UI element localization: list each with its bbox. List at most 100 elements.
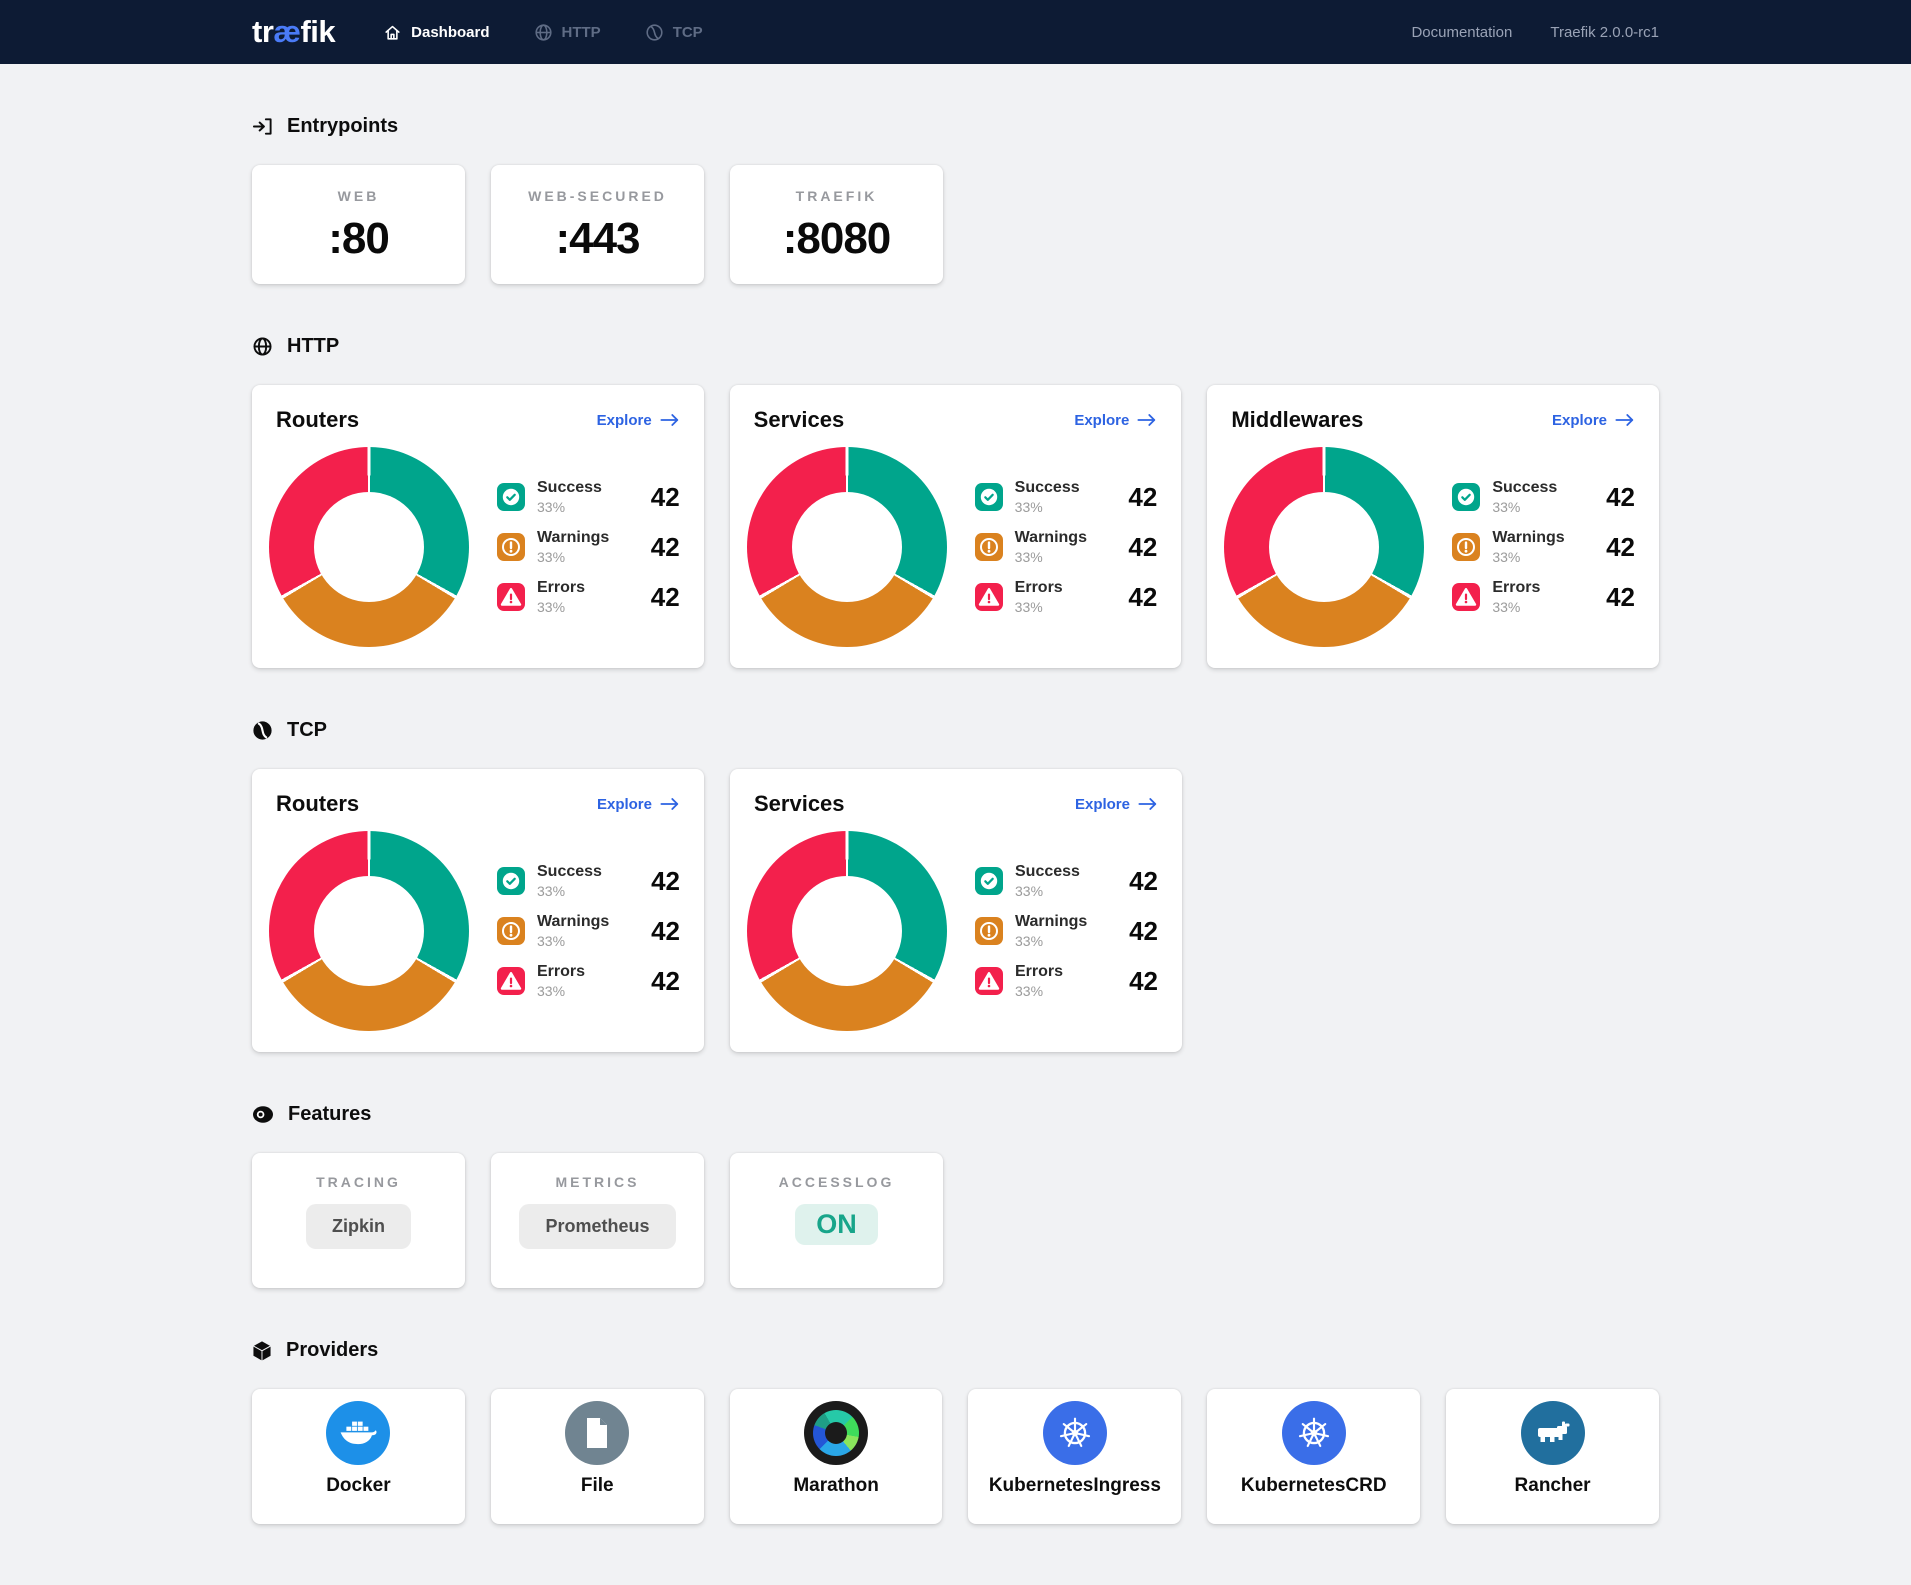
legend-row: Warnings 33% 42 (975, 911, 1158, 951)
entrypoint-card: WEB-SECURED :443 (491, 165, 704, 284)
warning-triangle-icon (978, 971, 1000, 991)
status-badge (975, 917, 1003, 945)
provider-name: Marathon (730, 1475, 943, 1497)
card-title: Services (754, 407, 845, 433)
feature-name: ACCESSLOG (730, 1174, 943, 1190)
donut-hole (792, 876, 902, 986)
section-title-providers: Providers (286, 1339, 378, 1362)
status-donut-chart (747, 831, 947, 1031)
legend-label: Warnings (537, 913, 609, 931)
provider-card: Marathon (730, 1389, 943, 1524)
section-http: HTTP Routers Explore Success 33% 42 (252, 335, 1659, 668)
status-badge (497, 917, 525, 945)
legend-label: Errors (1015, 963, 1063, 981)
legend-label: Success (1492, 479, 1557, 497)
donut-hole (1269, 492, 1379, 602)
provider-name: File (491, 1475, 704, 1497)
documentation-link[interactable]: Documentation (1411, 24, 1512, 41)
status-badge (497, 483, 525, 511)
status-badge (975, 583, 1003, 611)
navbar: træfik Dashboard HTTP TCP Documentation … (0, 0, 1911, 64)
legend-label: Errors (1492, 579, 1540, 597)
nav-item[interactable]: HTTP (534, 23, 601, 42)
explore-label: Explore (1075, 796, 1130, 813)
status-card: Services Explore Success 33% 42 Warnings (730, 769, 1182, 1052)
explore-link[interactable]: Explore (597, 796, 680, 813)
explore-link[interactable]: Explore (1552, 412, 1635, 429)
card-title: Routers (276, 791, 359, 817)
status-legend: Success 33% 42 Warnings 33% 42 Errors 33… (497, 477, 680, 617)
legend-count: 42 (1606, 532, 1635, 563)
status-donut-chart (269, 831, 469, 1031)
dashboard: Entrypoints WEB :80 WEB-SECURED :443 TRA… (252, 64, 1659, 1571)
exclamation-circle-icon (501, 921, 521, 941)
legend-percent: 33% (537, 933, 609, 949)
entrypoint-port: :443 (491, 214, 704, 264)
legend-count: 42 (651, 866, 680, 897)
legend-count: 42 (1606, 582, 1635, 613)
legend-percent: 33% (537, 499, 602, 515)
exclamation-circle-icon (1456, 537, 1476, 557)
explore-link[interactable]: Explore (1075, 796, 1158, 813)
check-circle-icon (501, 871, 521, 891)
legend-count: 42 (651, 916, 680, 947)
warning-triangle-icon (500, 587, 522, 607)
legend-row: Errors 33% 42 (497, 961, 680, 1001)
feature-value-chip: ON (795, 1204, 878, 1245)
legend-percent: 33% (537, 983, 585, 999)
status-card: Middlewares Explore Success 33% 42 Warni… (1207, 385, 1659, 668)
explore-link[interactable]: Explore (597, 412, 680, 429)
warning-triangle-icon (500, 971, 522, 991)
entrypoint-card: WEB :80 (252, 165, 465, 284)
legend-count: 42 (651, 966, 680, 997)
legend-count: 42 (1128, 482, 1157, 513)
status-donut-chart (1224, 447, 1424, 647)
nav-item[interactable]: TCP (645, 23, 703, 42)
legend-label: Errors (537, 579, 585, 597)
feature-name: TRACING (252, 1174, 465, 1190)
legend-row: Success 33% 42 (975, 861, 1158, 901)
legend-label: Success (537, 863, 602, 881)
tcp-icon (252, 720, 273, 741)
provider-card: Rancher (1446, 1389, 1659, 1524)
entrypoints-grid: WEB :80 WEB-SECURED :443 TRAEFIK :8080 (252, 165, 1659, 284)
feature-name: METRICS (491, 1174, 704, 1190)
explore-link[interactable]: Explore (1074, 412, 1157, 429)
legend-row: Errors 33% 42 (497, 577, 680, 617)
entrypoint-name: WEB-SECURED (491, 188, 704, 204)
status-legend: Success 33% 42 Warnings 33% 42 Errors 33… (975, 477, 1158, 617)
provider-card: KubernetesCRD (1207, 1389, 1420, 1524)
login-icon (252, 116, 273, 137)
legend-count: 42 (1129, 866, 1158, 897)
status-card: Services Explore Success 33% 42 Warnings (730, 385, 1182, 668)
kubernetes-icon (1282, 1401, 1346, 1465)
status-donut-chart (747, 447, 947, 647)
status-badge (497, 867, 525, 895)
entrypoint-name: WEB (252, 188, 465, 204)
status-badge (497, 583, 525, 611)
legend-count: 42 (651, 532, 680, 563)
legend-percent: 33% (1015, 983, 1063, 999)
legend-percent: 33% (537, 883, 602, 899)
legend-label: Warnings (537, 529, 609, 547)
provider-name: Docker (252, 1475, 465, 1497)
section-features: Features TRACING Zipkin METRICS Promethe… (252, 1103, 1659, 1288)
legend-percent: 33% (1015, 549, 1087, 565)
legend-row: Success 33% 42 (975, 477, 1158, 517)
explore-label: Explore (597, 412, 652, 429)
donut-hole (792, 492, 902, 602)
exclamation-circle-icon (979, 921, 999, 941)
status-donut-chart (269, 447, 469, 647)
version-link[interactable]: Traefik 2.0.0-rc1 (1550, 24, 1659, 41)
check-circle-icon (1456, 487, 1476, 507)
exclamation-circle-icon (501, 537, 521, 557)
card-title: Services (754, 791, 845, 817)
legend-percent: 33% (1492, 599, 1540, 615)
arrow-right-icon (660, 413, 680, 427)
legend-count: 42 (1128, 582, 1157, 613)
nav-item[interactable]: Dashboard (383, 23, 489, 42)
globe-icon (252, 336, 273, 357)
donut-hole (314, 492, 424, 602)
feature-value-chip: Zipkin (306, 1204, 411, 1249)
section-title-entrypoints: Entrypoints (287, 115, 398, 138)
